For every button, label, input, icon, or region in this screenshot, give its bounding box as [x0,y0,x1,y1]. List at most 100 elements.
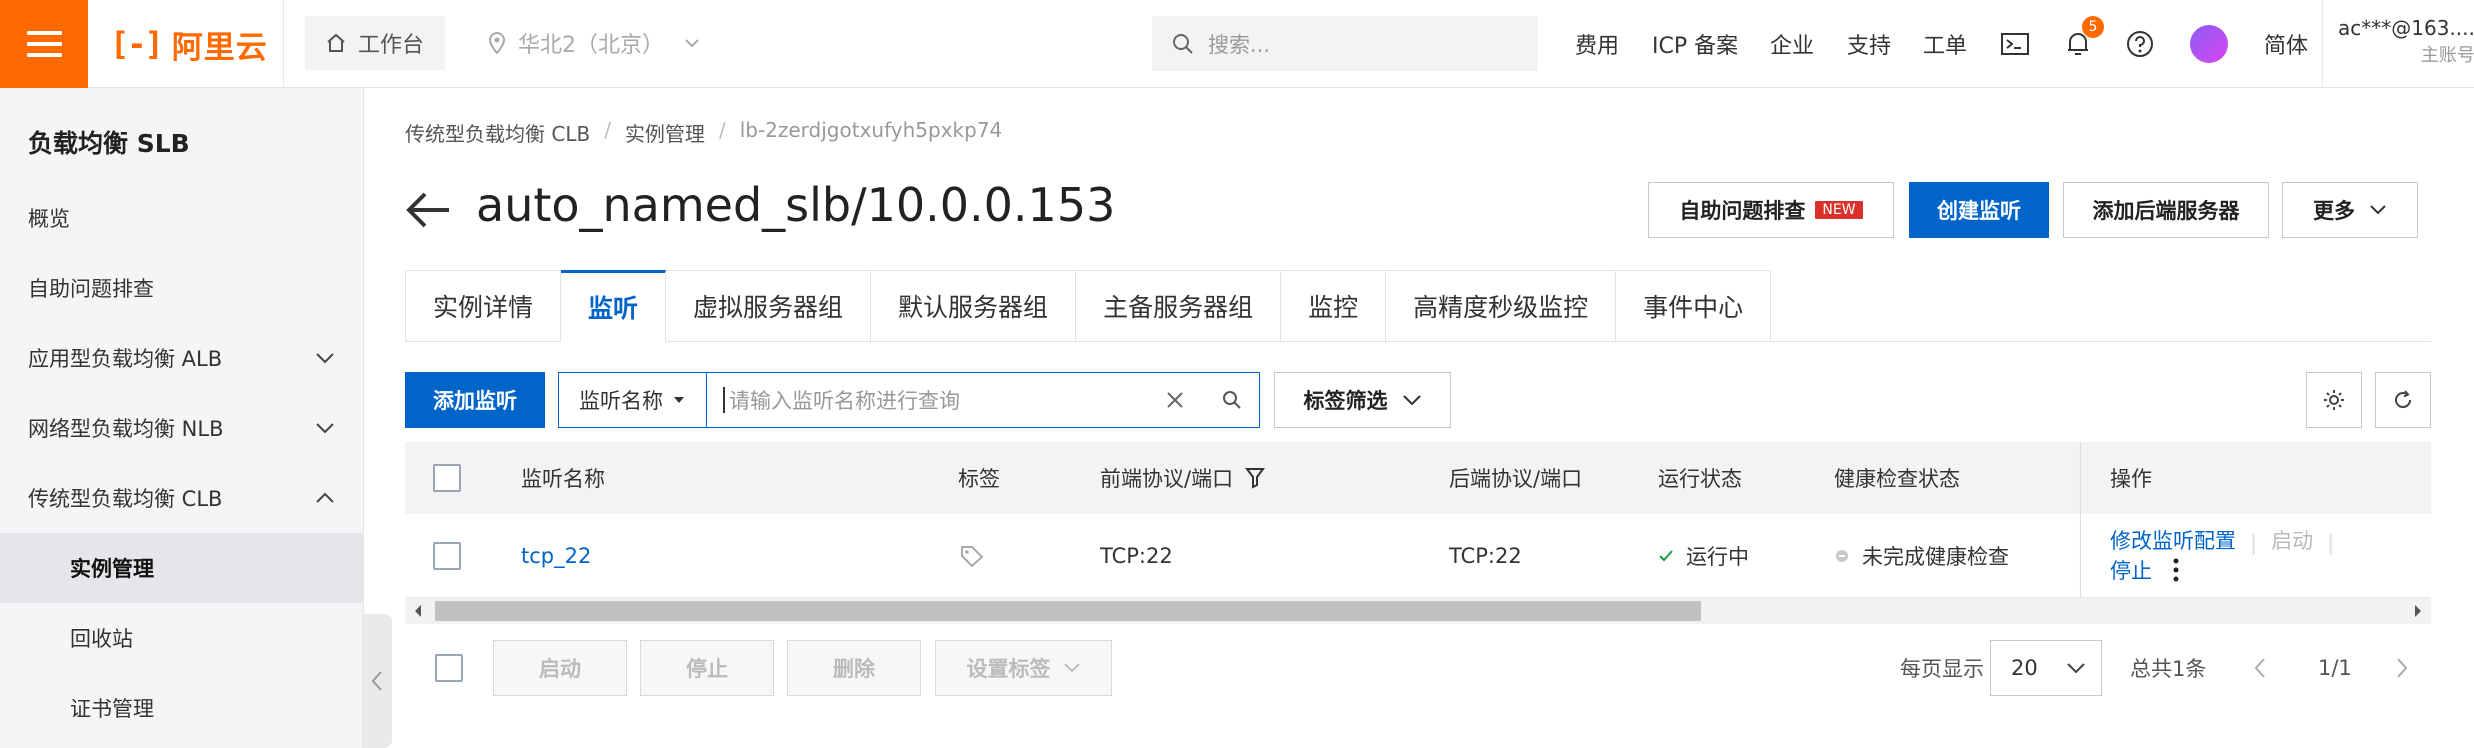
stop-link[interactable]: 停止 [2110,555,2152,585]
row-checkbox[interactable] [433,542,461,570]
account-type: 主账号 [2420,45,2474,66]
next-page-button[interactable] [2396,640,2408,696]
sidebar-item-recycle-bin[interactable]: 回收站 [0,603,364,673]
sidebar-item-label: 应用型负载均衡 ALB [28,347,223,371]
stop-label: 停止 [686,657,728,681]
row-checkbox-wrap [433,514,461,598]
sticky-column-divider [2080,442,2081,598]
nav-billing[interactable]: 费用 [1575,0,1619,88]
sidebar-item-instances[interactable]: 实例管理 [0,533,364,603]
avatar[interactable] [2190,25,2228,63]
sidebar-item-clb[interactable]: 传统型负载均衡 CLB [0,463,364,533]
page-size-select[interactable]: 20 [1990,640,2102,696]
set-tags-button[interactable]: 设置标签 [935,640,1112,696]
start-button[interactable]: 启动 [493,640,627,696]
page-indicator: 1/1 [2318,656,2352,680]
nav-support[interactable]: 支持 [1847,0,1891,88]
scrollbar-thumb[interactable] [435,601,1701,621]
start-link[interactable]: 启动 [2271,525,2313,555]
sidebar-item-overview[interactable]: 概览 [0,183,364,253]
footer-select-all-checkbox[interactable] [435,654,463,682]
add-backend-server-button[interactable]: 添加后端服务器 [2063,182,2269,238]
sidebar-title: 负载均衡 SLB [28,129,190,158]
listener-name-link[interactable]: tcp_22 [521,514,591,598]
add-listener-label: 添加监听 [433,389,517,413]
help-icon[interactable] [2124,28,2156,60]
nav-enterprise[interactable]: 企业 [1770,0,1814,88]
select-all-checkbox[interactable] [433,464,461,492]
nav-icp[interactable]: ICP 备案 [1652,0,1738,88]
clear-icon[interactable] [1164,389,1186,411]
home-icon [327,33,345,52]
status-text: 运行中 [1686,545,1749,569]
troubleshoot-button[interactable]: 自助问题排查 NEW [1648,182,1894,238]
tag-filter-label: 标签筛选 [1303,389,1388,413]
sidebar-item-troubleshoot[interactable]: 自助问题排查 [0,253,364,323]
top-bar: [-] 阿里云 工作台 华北2（北京） 搜索... 费用 ICP 备案 企业 支… [0,0,2474,88]
tab-instance-details[interactable]: 实例详情 [405,270,562,342]
more-button[interactable]: 更多 [2282,182,2418,238]
tab-event-center[interactable]: 事件中心 [1616,270,1772,342]
breadcrumb-separator: / [718,118,726,142]
check-icon [1659,550,1673,562]
notification-badge: 5 [2082,16,2104,38]
back-arrow-icon[interactable] [405,190,451,230]
tab-monitoring[interactable]: 监控 [1281,270,1387,342]
listener-search-input[interactable]: 请输入监听名称进行查询 [706,372,1205,428]
more-vertical-icon[interactable] [2172,557,2180,583]
language-switch[interactable]: 简体 [2264,0,2308,88]
sidebar-item-label: 回收站 [70,627,133,651]
tab-default-server-group[interactable]: 默认服务器组 [871,270,1077,342]
page-size-value: 20 [2011,656,2038,680]
sidebar-item-alb[interactable]: 应用型负载均衡 ALB [0,323,364,393]
tab-high-precision-monitoring[interactable]: 高精度秒级监控 [1386,270,1617,342]
action-separator: | [2327,531,2335,555]
menu-icon[interactable] [0,0,88,88]
filter-icon[interactable] [1245,467,1266,489]
prev-page-button[interactable] [2254,640,2266,696]
account-menu[interactable]: ac***@163.... 主账号 [2338,14,2474,70]
set-tags-label: 设置标签 [966,657,1051,681]
tab-vserver-groups[interactable]: 虚拟服务器组 [666,270,872,342]
tag-filter-button[interactable]: 标签筛选 [1274,372,1451,428]
create-listener-button[interactable]: 创建监听 [1909,182,2049,238]
sidebar-item-certificates[interactable]: 证书管理 [0,673,364,743]
column-header-actions: 操作 [2110,467,2152,491]
refresh-button[interactable] [2375,372,2431,428]
sidebar-collapse-handle[interactable] [362,614,392,748]
actions-line-1: 修改监听配置 | 启动 | [2110,513,2334,555]
total-count: 总共1条 [2130,657,2207,681]
tag-icon[interactable] [960,514,984,598]
account-name: ac***@163.... [2338,16,2474,40]
delete-button[interactable]: 删除 [787,640,921,696]
aliyun-logo[interactable]: [-] 阿里云 [110,24,268,66]
health-text: 未完成健康检查 [1862,545,2009,569]
add-listener-button[interactable]: 添加监听 [405,372,545,428]
search-icon [1222,391,1241,409]
chevron-right-icon [2397,658,2408,678]
text-cursor [723,387,725,413]
chevron-left-icon [371,671,382,691]
settings-button[interactable] [2306,372,2362,428]
workbench-button[interactable]: 工作台 [305,16,445,70]
breadcrumb-item-clb[interactable]: 传统型负载均衡 CLB [405,118,590,147]
chevron-down-icon [316,423,334,434]
actions-line-2: 停止 [2110,555,2180,595]
region-selector[interactable]: 华北2（北京） [488,16,700,70]
modify-listener-link[interactable]: 修改监听配置 [2110,525,2236,555]
tab-active-standby-group[interactable]: 主备服务器组 [1076,270,1282,342]
scroll-left-icon[interactable] [413,604,423,618]
terminal-icon[interactable] [1999,28,2031,60]
sidebar-item-nlb[interactable]: 网络型负载均衡 NLB [0,393,364,463]
scroll-right-icon[interactable] [2413,604,2423,618]
nav-ticket[interactable]: 工单 [1923,0,1967,88]
tab-listeners[interactable]: 监听 [561,270,667,342]
breadcrumb-item-instances[interactable]: 实例管理 [625,118,705,147]
stop-button[interactable]: 停止 [640,640,774,696]
search-button[interactable] [1204,372,1260,428]
filter-field-select[interactable]: 监听名称 [558,372,706,428]
global-search-input[interactable]: 搜索... [1152,16,1538,71]
action-separator: | [2250,531,2258,555]
horizontal-scrollbar[interactable] [405,598,2431,624]
status-cell: 运行中 [1658,514,1749,598]
